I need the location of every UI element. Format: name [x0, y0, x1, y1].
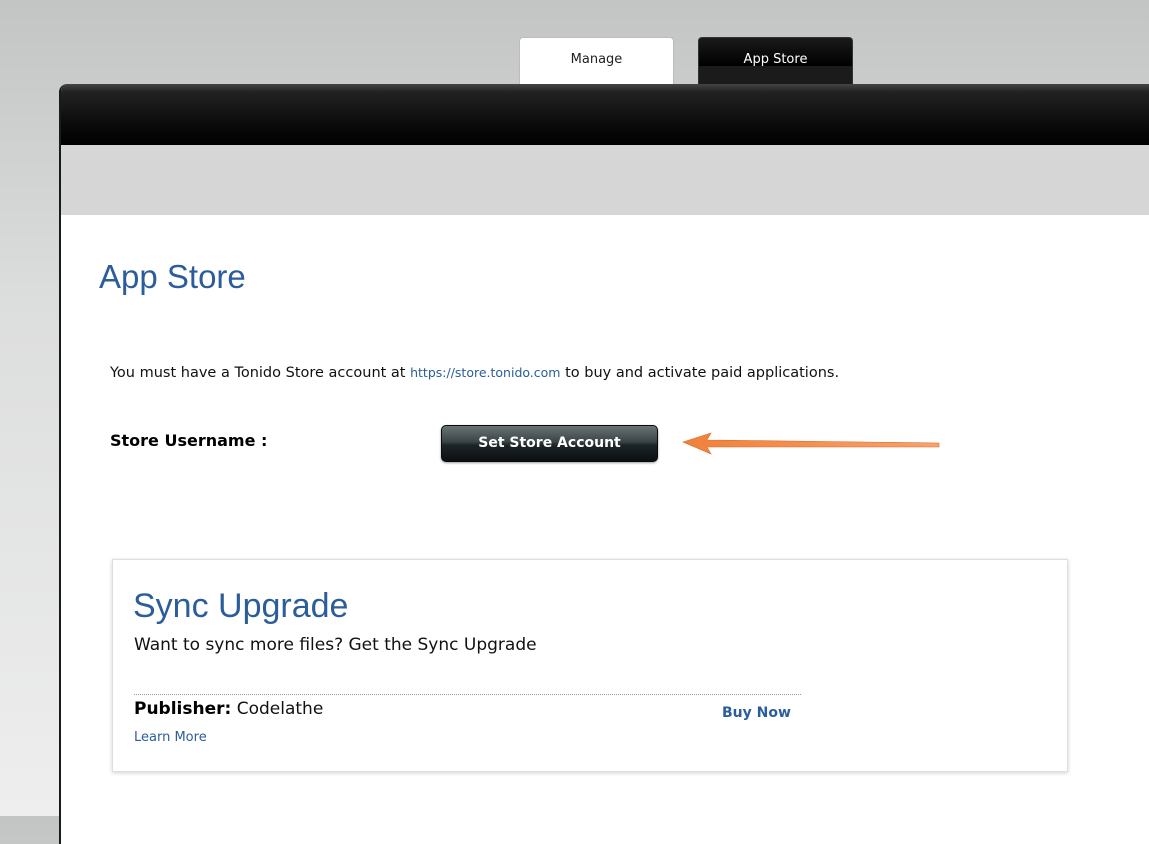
store-username-label: Store Username : — [110, 431, 268, 450]
card-title: Sync Upgrade — [133, 587, 349, 625]
publisher-info: Publisher: Codelathe — [134, 699, 323, 719]
buy-now-link[interactable]: Buy Now — [722, 705, 791, 721]
main-panel: App Store You must have a Tonido Store a… — [59, 84, 1149, 844]
publisher-name: Codelathe — [231, 699, 324, 719]
info-prefix: You must have a Tonido Store account at — [110, 365, 411, 381]
tab-highlight — [699, 66, 852, 85]
orange-arrow-icon — [682, 432, 940, 455]
learn-more-link[interactable]: Learn More — [134, 730, 207, 745]
tab-app-store[interactable]: App Store — [698, 37, 853, 85]
info-suffix: to buy and activate paid applications. — [560, 365, 840, 381]
page-title: App Store — [99, 258, 246, 295]
set-store-account-button[interactable]: Set Store Account — [441, 425, 658, 462]
sync-upgrade-card: Sync Upgrade Want to sync more files? Ge… — [112, 559, 1068, 772]
tab-manage-label: Manage — [570, 52, 623, 67]
store-link[interactable]: https://store.tonido.com — [410, 365, 560, 380]
tab-app-store-label: App Store — [743, 52, 808, 67]
card-divider — [134, 694, 801, 695]
toolbar-bar — [61, 145, 1149, 215]
store-info-text: You must have a Tonido Store account at … — [110, 365, 839, 381]
card-description: Want to sync more files? Get the Sync Up… — [134, 635, 537, 655]
header-bar — [61, 84, 1149, 145]
tab-manage[interactable]: Manage — [519, 37, 674, 85]
publisher-label: Publisher: — [134, 699, 232, 719]
